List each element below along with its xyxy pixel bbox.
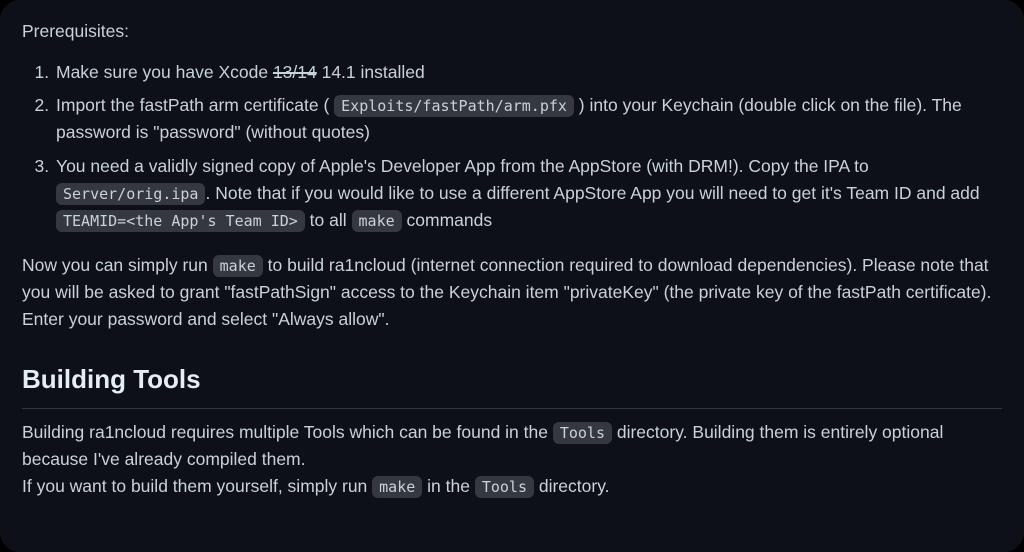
text: Building ra1ncloud requires multiple Too… (22, 422, 553, 442)
text: commands (402, 210, 492, 230)
inline-code: Server/orig.ipa (56, 183, 205, 205)
run-instructions: Now you can simply run make to build ra1… (22, 252, 1002, 333)
text: Import the fastPath arm certificate ( (56, 95, 334, 115)
list-item: Import the fastPath arm certificate ( Ex… (54, 92, 1002, 146)
text: to all (305, 210, 352, 230)
building-tools-paragraph: Building ra1ncloud requires multiple Too… (22, 419, 1002, 500)
inline-code: Tools (553, 422, 612, 444)
text: You need a validly signed copy of Apple'… (56, 156, 869, 176)
prerequisites-label: Prerequisites: (22, 18, 1002, 45)
text: Now you can simply run (22, 255, 213, 275)
strikethrough-text: 13/14 (273, 62, 317, 82)
list-item: You need a validly signed copy of Apple'… (54, 153, 1002, 234)
inline-code: TEAMID=<the App's Team ID> (56, 210, 305, 232)
text: If you want to build them yourself, simp… (22, 476, 372, 496)
section-heading-building-tools: Building Tools (22, 359, 1002, 408)
text: in the (422, 476, 475, 496)
inline-code: Exploits/fastPath/arm.pfx (334, 95, 574, 117)
list-item: Make sure you have Xcode 13/14 14.1 inst… (54, 59, 1002, 86)
inline-code: make (352, 210, 402, 232)
text: 14.1 installed (317, 62, 425, 82)
inline-code: Tools (475, 476, 534, 498)
inline-code: make (372, 476, 422, 498)
text: . Note that if you would like to use a d… (205, 183, 979, 203)
text: directory. (534, 476, 610, 496)
text: Make sure you have Xcode (56, 62, 273, 82)
prerequisites-list: Make sure you have Xcode 13/14 14.1 inst… (22, 59, 1002, 234)
inline-code: make (213, 255, 263, 277)
readme-document: Prerequisites: Make sure you have Xcode … (0, 0, 1024, 552)
